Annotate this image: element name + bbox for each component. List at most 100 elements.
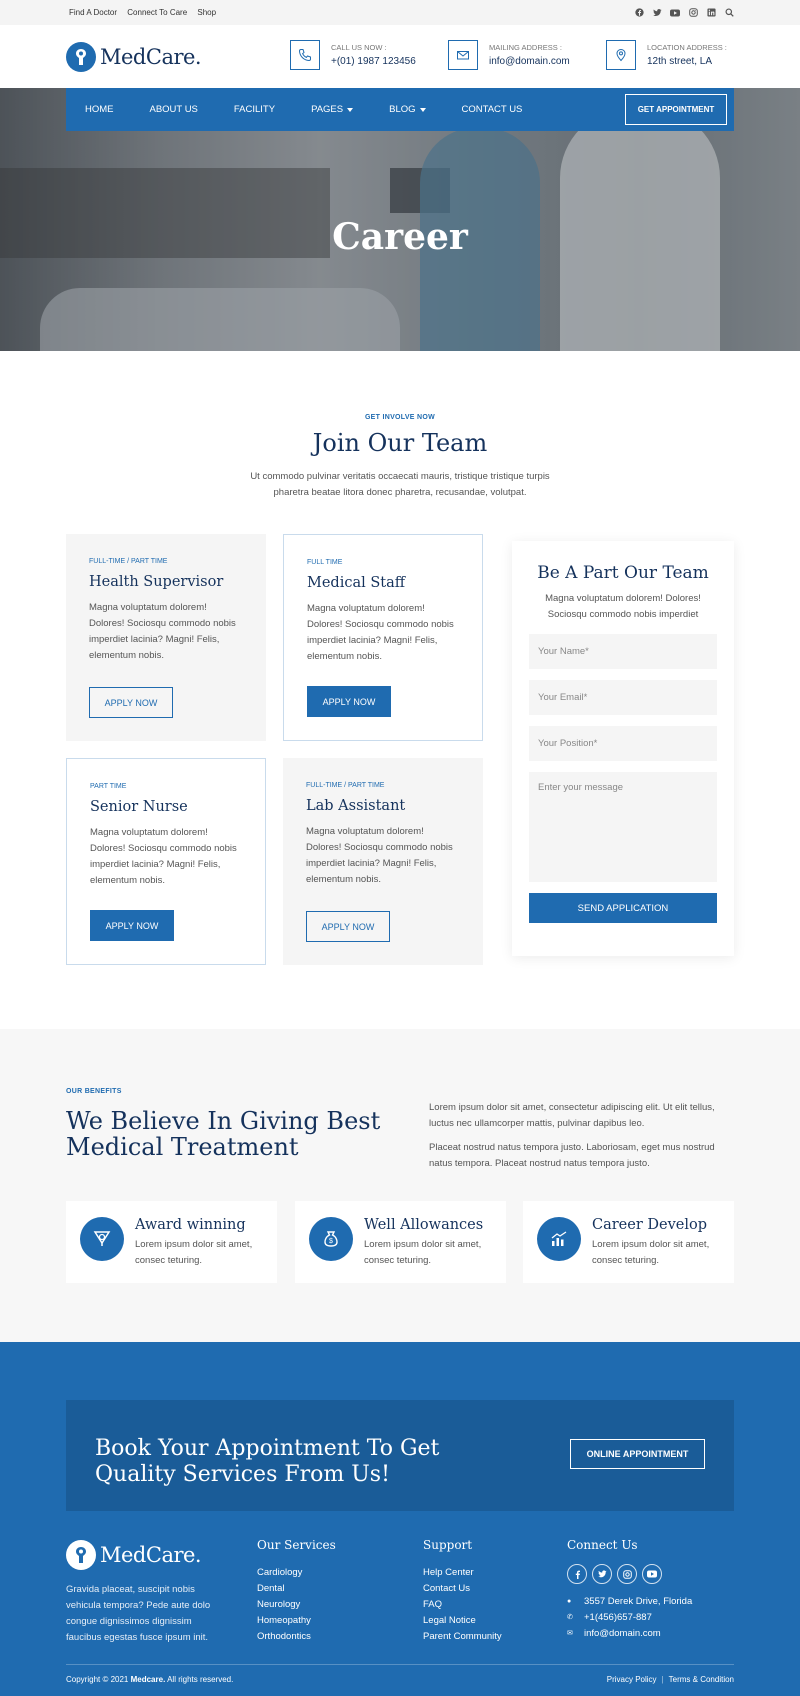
twitter-icon[interactable] xyxy=(652,8,662,18)
apply-now-button[interactable]: APPLY NOW xyxy=(90,910,174,941)
top-link-find-doctor[interactable]: Find A Doctor xyxy=(69,8,117,17)
send-application-button[interactable]: SEND APPLICATION xyxy=(529,893,717,923)
footer-link[interactable]: Legal Notice xyxy=(423,1613,502,1629)
job-title: Health Supervisor xyxy=(89,574,224,590)
nav-about-us[interactable]: ABOUT US xyxy=(150,104,198,115)
copyright: Copyright © 2021 Medcare. All rights res… xyxy=(66,1675,233,1684)
footer-link[interactable]: Cardiology xyxy=(257,1565,336,1581)
nav-contact-us[interactable]: CONTACT US xyxy=(462,104,523,115)
footer-description: Gravida placeat, suscipit nobis vehicula… xyxy=(66,1584,211,1643)
footer-link[interactable]: Contact Us xyxy=(423,1581,502,1597)
join-title: Join Our Team xyxy=(312,429,488,457)
apply-now-button[interactable]: APPLY NOW xyxy=(89,687,173,718)
header-contacts: CALL US NOW : +(01) 1987 123456 MAILING … xyxy=(290,40,764,70)
benefit-description: Lorem ipsum dolor sit amet, consec tetur… xyxy=(592,1239,710,1266)
caret-down-icon xyxy=(347,107,354,112)
footer-contact-list: ● 3557 Derek Drive, Florida ✆ +1(456)657-8… xyxy=(567,1594,692,1642)
application-form: Be A Part Our Team Magna voluptatum dolo… xyxy=(512,541,734,956)
get-appointment-button[interactable]: GET APPOINTMENT xyxy=(625,94,727,125)
terms-link[interactable]: Terms & Condition xyxy=(664,1675,734,1684)
footer-connect-title: Connect Us xyxy=(567,1538,638,1552)
name-input[interactable]: Your Name* xyxy=(529,634,717,669)
copyright-brand: Medcare. xyxy=(130,1675,166,1684)
footer-logo[interactable]: MedCare. xyxy=(66,1540,226,1570)
search-icon[interactable] xyxy=(724,8,734,18)
job-type: PART TIME xyxy=(90,783,127,790)
main-nav: HOME ABOUT US FACILITY PAGES BLOG CONTAC… xyxy=(66,88,734,131)
top-link-connect-care[interactable]: Connect To Care xyxy=(127,8,187,17)
footer-support-title: Support xyxy=(423,1538,473,1552)
footer-link[interactable]: Orthodontics xyxy=(257,1629,336,1645)
top-social-icons xyxy=(634,8,734,18)
medical-cross-logo-icon xyxy=(66,1540,96,1570)
apply-now-button[interactable]: APPLY NOW xyxy=(306,911,390,942)
nav-pages[interactable]: PAGES xyxy=(311,104,354,115)
job-title: Lab Assistant xyxy=(306,798,406,814)
call-us-value[interactable]: +(01) 1987 123456 xyxy=(331,56,416,67)
medical-cross-logo-icon xyxy=(66,41,96,72)
footer-services: Our Services Cardiology Dental Neurology… xyxy=(257,1538,336,1645)
site-header: MedCare. CALL US NOW : +(01) 1987 123456… xyxy=(0,25,800,88)
instagram-icon[interactable] xyxy=(617,1564,637,1584)
footer-link[interactable]: Neurology xyxy=(257,1597,336,1613)
footer-link[interactable]: Help Center xyxy=(423,1565,502,1581)
footer-link[interactable]: Homeopathy xyxy=(257,1613,336,1629)
benefit-card: Career Develop Lorem ipsum dolor sit ame… xyxy=(523,1201,734,1283)
job-card: FULL-TIME / PART TIME Lab Assistant Magn… xyxy=(283,758,483,965)
message-textarea[interactable]: Enter your message xyxy=(529,772,717,882)
location-pin-icon xyxy=(606,40,636,70)
apply-now-button[interactable]: APPLY NOW xyxy=(307,686,391,717)
mailing-address-block: MAILING ADDRESS : info@domain.com xyxy=(448,40,606,70)
benefit-title: Well Allowances xyxy=(364,1217,484,1233)
nav-pages-label: PAGES xyxy=(311,104,344,115)
privacy-policy-link[interactable]: Privacy Policy xyxy=(602,1675,662,1684)
page-title: Career xyxy=(332,216,468,258)
form-title: Be A Part Our Team xyxy=(537,563,709,583)
footer-logo-text: MedCare. xyxy=(100,1543,202,1567)
footer-link[interactable]: Dental xyxy=(257,1581,336,1597)
footer-phone[interactable]: +1(456)657-887 xyxy=(584,1610,652,1626)
benefits-title: We Believe In Giving Best Medical Treatm… xyxy=(66,1107,381,1161)
benefit-title: Career Develop xyxy=(592,1217,708,1233)
youtube-icon[interactable] xyxy=(642,1564,662,1584)
call-us-label: CALL US NOW : xyxy=(331,43,387,52)
facebook-icon[interactable] xyxy=(567,1564,587,1584)
location-address-block: LOCATION ADDRESS : 12th street, LA xyxy=(606,40,764,70)
twitter-icon[interactable] xyxy=(592,1564,612,1584)
job-description: Magna voluptatum dolorem! Dolores! Socio… xyxy=(89,602,236,661)
instagram-icon[interactable] xyxy=(688,8,698,18)
job-card: PART TIME Senior Nurse Magna voluptatum … xyxy=(66,758,266,965)
location-address-value: 12th street, LA xyxy=(647,56,713,67)
location-pin-icon: ● xyxy=(567,1598,572,1605)
money-bag-icon: $ xyxy=(309,1217,353,1261)
top-bar: Find A Doctor Connect To Care Shop xyxy=(0,0,800,25)
youtube-icon[interactable] xyxy=(670,8,680,18)
footer-email[interactable]: info@domain.com xyxy=(584,1626,661,1642)
benefit-title: Award winning xyxy=(135,1217,246,1233)
job-description: Magna voluptatum dolorem! Dolores! Socio… xyxy=(90,827,237,886)
footer-link[interactable]: FAQ xyxy=(423,1597,502,1613)
caret-down-icon xyxy=(419,107,426,112)
logo-text: MedCare. xyxy=(100,44,202,69)
linkedin-icon[interactable] xyxy=(706,8,716,18)
nav-blog[interactable]: BLOG xyxy=(389,104,426,115)
envelope-icon xyxy=(448,40,478,70)
online-appointment-button[interactable]: ONLINE APPOINTMENT xyxy=(570,1439,705,1469)
site-logo[interactable]: MedCare. xyxy=(66,41,202,72)
footer-about: MedCare. Gravida placeat, suscipit nobis… xyxy=(66,1540,226,1646)
nav-home[interactable]: HOME xyxy=(85,104,114,115)
copyright-suffix: All rights reserved. xyxy=(165,1675,234,1684)
envelope-icon: ✉ xyxy=(567,1630,573,1637)
nav-facility[interactable]: FACILITY xyxy=(234,104,275,115)
position-input[interactable]: Your Position* xyxy=(529,726,717,761)
footer-link[interactable]: Parent Community xyxy=(423,1629,502,1645)
facebook-icon[interactable] xyxy=(634,8,644,18)
top-link-shop[interactable]: Shop xyxy=(197,8,216,17)
award-icon xyxy=(80,1217,124,1261)
footer-connect: Connect Us ● 3557 Derek Drive, Florida ✆ +… xyxy=(567,1538,692,1642)
email-input[interactable]: Your Email* xyxy=(529,680,717,715)
benefit-card: Award winning Lorem ipsum dolor sit amet… xyxy=(66,1201,277,1283)
footer-divider xyxy=(66,1664,734,1665)
mailing-address-value[interactable]: info@domain.com xyxy=(489,56,570,67)
phone-icon xyxy=(290,40,320,70)
